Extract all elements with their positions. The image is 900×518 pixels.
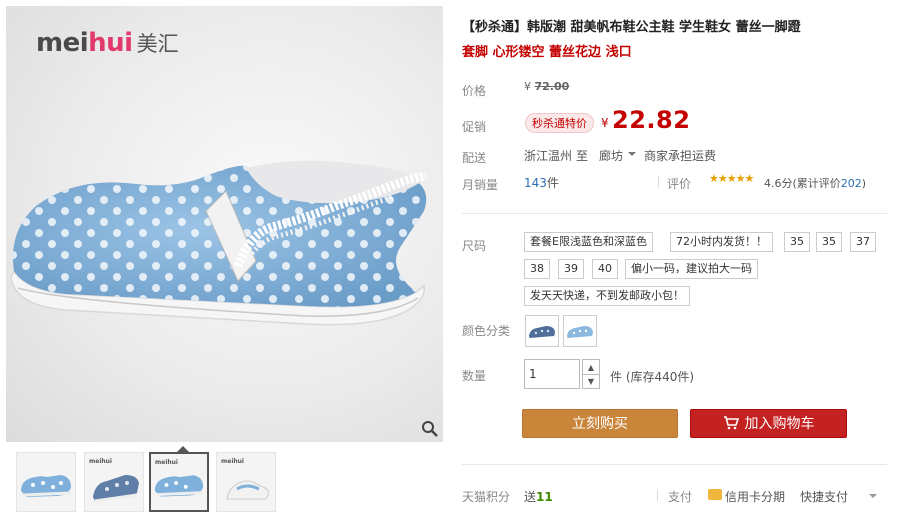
ship-city-select[interactable]: 廊坊 xyxy=(599,147,623,164)
credit-card-icon xyxy=(708,489,722,500)
thumbnail-2[interactable]: meihui xyxy=(84,452,144,512)
points-label: 天猫积分 xyxy=(462,490,511,504)
size-option[interactable]: 40 xyxy=(592,259,618,279)
cart-icon xyxy=(723,416,739,430)
size-option[interactable]: 发天天快递，不到发邮政小包！ xyxy=(524,286,690,306)
rating-total-prefix: (累计评价 xyxy=(792,177,841,190)
buy-now-button[interactable]: 立刻购买 xyxy=(522,409,678,438)
stock-info: 件 (库存440件) xyxy=(610,368,694,385)
credit-installment-link[interactable]: 信用卡分期 xyxy=(725,488,785,505)
ship-from: 浙江温州 xyxy=(524,149,573,163)
quantity-label: 数量 xyxy=(462,369,487,383)
thumbnail-shoe-icon xyxy=(21,475,72,497)
shipping-label: 配送 xyxy=(462,151,487,165)
divider xyxy=(657,489,658,501)
shoe-illustration xyxy=(10,160,427,326)
section-divider xyxy=(462,213,887,214)
color-label: 颜色分类 xyxy=(462,324,511,338)
size-option[interactable]: 38 xyxy=(524,259,550,279)
rating-total-count: 202 xyxy=(840,177,862,190)
original-price: ¥ 72.00 xyxy=(524,80,569,93)
size-option[interactable]: 72小时内发货！！ xyxy=(670,232,773,252)
chevron-down-icon[interactable]: ▼ xyxy=(583,374,599,388)
monthly-sales-label: 月销量 xyxy=(462,178,499,192)
thumbnail-logo: meihui xyxy=(221,458,244,465)
logo-latin-part-b: hui xyxy=(88,28,133,58)
quantity-stepper[interactable]: ▲ ▼ xyxy=(582,359,600,389)
points-number: 11 xyxy=(536,490,553,504)
divider xyxy=(658,176,659,188)
chevron-down-icon[interactable] xyxy=(869,494,877,498)
rating-label: 评价 xyxy=(667,177,692,191)
thumbnail-strip: meihui meihui meihui xyxy=(6,446,443,514)
star-rating-icon: ★★★★★ xyxy=(709,172,754,185)
quick-pay-link[interactable]: 快捷支付 xyxy=(800,488,848,505)
points-value: 送11 xyxy=(524,488,553,505)
ship-to-word: 至 xyxy=(576,149,589,163)
color-swatch-dark-blue[interactable] xyxy=(525,315,559,347)
swatch-shoe-icon xyxy=(529,326,555,340)
payment-label: 支付 xyxy=(668,490,693,504)
rating-summary[interactable]: 4.6分(累计评价202) xyxy=(764,175,866,191)
size-option[interactable]: 37 xyxy=(850,232,876,252)
promo-label: 促销 xyxy=(462,120,487,134)
thumbnail-logo: meihui xyxy=(155,459,178,466)
thumbnail-1[interactable] xyxy=(16,452,76,512)
price-currency: ¥ xyxy=(524,80,531,93)
zoom-icon[interactable] xyxy=(421,420,439,438)
logo-chinese: 美汇 xyxy=(136,32,179,56)
price-label: 价格 xyxy=(462,84,487,98)
logo-latin-part-a: mei xyxy=(36,28,89,58)
size-option[interactable]: 39 xyxy=(558,259,584,279)
promo-tag: 秒杀通特价 xyxy=(525,113,594,133)
thumbnail-logo: meihui xyxy=(89,458,112,465)
payment-bar: 天猫积分 送11 支付 信用卡分期 快捷支付 xyxy=(462,486,887,504)
swatch-shoe-icon xyxy=(567,326,593,340)
rating-total-suffix: ) xyxy=(861,177,867,190)
stock-suffix: 件) xyxy=(677,370,695,384)
thumbnail-4[interactable]: meihui xyxy=(216,452,276,512)
promo-price: 22.82 xyxy=(612,106,691,134)
size-option[interactable]: 套餐E限浅蓝色和深蓝色 xyxy=(524,232,653,252)
quantity-input[interactable] xyxy=(524,359,580,389)
product-subtitle: 套脚 心形镂空 蕾丝花边 浅口 xyxy=(462,45,632,60)
logo-latin: meihui xyxy=(36,28,133,58)
monthly-sales-unit: 件 xyxy=(546,176,559,190)
add-to-cart-button[interactable]: 加入购物车 xyxy=(690,409,847,438)
size-option[interactable]: 35 xyxy=(784,232,810,252)
points-prefix: 送 xyxy=(524,490,537,504)
size-label: 尺码 xyxy=(462,239,487,253)
thumbnail-3[interactable]: meihui xyxy=(149,452,209,512)
monthly-sales-count: 143 xyxy=(524,176,547,190)
product-info-panel: 【秒杀通】韩版潮 甜美帆布鞋公主鞋 学生鞋女 蕾丝一脚蹬 套脚 心形镂空 蕾丝花… xyxy=(462,0,892,518)
stock-count: 440 xyxy=(654,370,678,384)
color-swatch-light-blue[interactable] xyxy=(563,315,597,347)
main-product-image[interactable]: meihui 美汇 xyxy=(6,6,443,442)
original-price-value: 72.00 xyxy=(534,80,570,93)
size-option[interactable]: 35 xyxy=(816,232,842,252)
rating-score: 4.6分 xyxy=(764,177,793,190)
chevron-down-icon[interactable] xyxy=(628,152,636,156)
brand-logo: meihui 美汇 xyxy=(36,28,179,58)
product-title: 【秒杀通】韩版潮 甜美帆布鞋公主鞋 学生鞋女 蕾丝一脚蹬 xyxy=(462,20,801,35)
size-option[interactable]: 偏小一码，建议拍大一码 xyxy=(625,259,758,279)
section-divider xyxy=(462,464,887,465)
stock-prefix: 件 (库存 xyxy=(610,370,655,384)
add-to-cart-label: 加入购物车 xyxy=(744,416,815,432)
monthly-sales: 143件 xyxy=(524,174,559,191)
shipping-fee: 商家承担运费 xyxy=(644,149,717,163)
promo-currency: ¥ xyxy=(601,116,609,130)
chevron-up-icon[interactable]: ▲ xyxy=(583,360,599,374)
